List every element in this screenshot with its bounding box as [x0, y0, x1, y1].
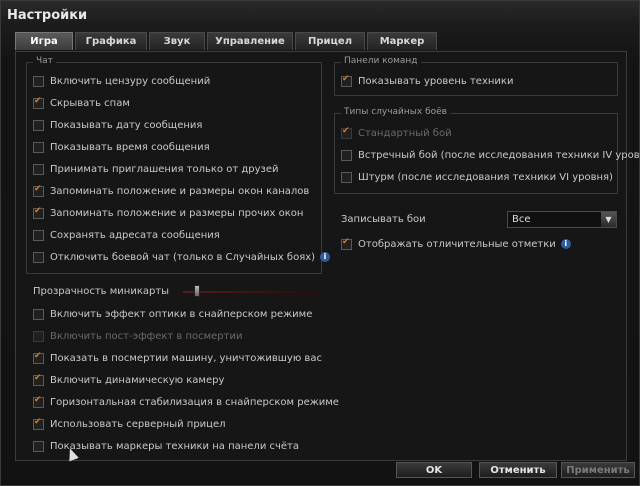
checkbox[interactable]	[33, 206, 44, 219]
chat-censor-option[interactable]: Включить цензуру сообщений	[33, 74, 210, 88]
tab-sound[interactable]: Звук	[149, 32, 205, 50]
option-label: Включить эффект оптики в снайперском реж…	[50, 308, 313, 320]
option-label: Скрывать спам	[50, 97, 130, 109]
option-label: Сохранять адресата сообщения	[50, 229, 220, 241]
checkbox	[33, 330, 44, 342]
team-panels-group-label: Панели команд	[341, 56, 421, 66]
option-label: Показывать время сообщения	[50, 141, 210, 153]
cancel-button[interactable]: Отменить	[479, 462, 557, 478]
option-label: Использовать серверный прицел	[50, 418, 226, 430]
ok-button[interactable]: OK	[396, 462, 472, 478]
checkbox[interactable]	[33, 373, 44, 386]
info-icon[interactable]: i	[320, 252, 331, 262]
checkbox[interactable]	[33, 141, 44, 153]
tab-bar: Игра Графика Звук Управление Прицел Марк…	[15, 32, 439, 51]
checkbox[interactable]	[33, 119, 44, 131]
show-killer-option[interactable]: Показать в посмертии машину, уничтожившу…	[33, 351, 322, 365]
checkbox[interactable]	[341, 149, 352, 161]
chat-channel-windows-option[interactable]: Запоминать положение и размеры окон кана…	[33, 184, 309, 198]
record-replays-dropdown[interactable]: Все ▼	[507, 211, 617, 228]
chevron-down-icon[interactable]: ▼	[601, 212, 616, 227]
chat-friends-invites-option[interactable]: Принимать приглашения только от друзей	[33, 162, 279, 176]
tab-controls[interactable]: Управление	[207, 32, 293, 50]
server-reticle-option[interactable]: Использовать серверный прицел	[33, 417, 226, 431]
option-label: Отключить боевой чат (только в Случайных…	[50, 251, 316, 263]
chat-group-label: Чат	[33, 56, 56, 66]
option-label: Отображать отличительные отметки	[358, 238, 556, 250]
option-label: Запоминать положение и размеры прочих ок…	[50, 207, 304, 219]
dynamic-camera-option[interactable]: Включить динамическую камеру	[33, 373, 224, 387]
tab-sight[interactable]: Прицел	[295, 32, 365, 50]
chat-other-windows-option[interactable]: Запоминать положение и размеры прочих ок…	[33, 206, 303, 220]
option-label: Штурм (после исследования техники VI уро…	[358, 171, 613, 183]
checkbox[interactable]	[33, 351, 44, 364]
encounter-battle-option[interactable]: Встречный бой (после исследования техник…	[341, 148, 640, 162]
option-label: Включить цензуру сообщений	[50, 75, 211, 87]
checkbox[interactable]	[33, 96, 44, 109]
checkbox[interactable]	[33, 163, 44, 175]
option-label: Показать в посмертии машину, уничтожившу…	[50, 352, 322, 364]
checkbox[interactable]	[33, 184, 44, 197]
checkbox[interactable]	[341, 74, 352, 87]
option-label: Показывать уровень техники	[358, 75, 514, 87]
option-label: Горизонтальная стабилизация в снайперско…	[50, 396, 339, 408]
checkbox[interactable]	[33, 308, 44, 320]
post-effect-option: Включить пост-эффект в посмертии	[33, 329, 242, 343]
option-label: Включить пост-эффект в посмертии	[50, 330, 243, 342]
checkbox[interactable]	[33, 251, 44, 263]
option-label: Запоминать положение и размеры окон кана…	[50, 185, 310, 197]
option-label: Встречный бой (после исследования техник…	[358, 149, 640, 161]
checkbox[interactable]	[341, 171, 352, 183]
chat-battle-disable-option[interactable]: Отключить боевой чат (только в Случайных…	[33, 250, 331, 264]
horizontal-stabilization-option[interactable]: Горизонтальная стабилизация в снайперско…	[33, 395, 339, 409]
optics-effect-option[interactable]: Включить эффект оптики в снайперском реж…	[33, 307, 312, 321]
battle-types-group-label: Типы случайных боёв	[341, 107, 450, 117]
checkbox[interactable]	[33, 440, 44, 452]
chat-spam-option[interactable]: Скрывать спам	[33, 96, 130, 110]
option-label: Показывать дату сообщения	[50, 119, 203, 131]
apply-button[interactable]: Применить	[561, 462, 635, 478]
info-icon[interactable]: i	[560, 239, 571, 249]
checkbox[interactable]	[341, 237, 352, 250]
record-replays-label: Записывать бои	[341, 214, 426, 225]
chat-recipient-option[interactable]: Сохранять адресата сообщения	[33, 228, 220, 242]
checkbox[interactable]	[33, 417, 44, 430]
distinction-marks-option[interactable]: Отображать отличительные отметки i	[341, 237, 571, 251]
checkbox[interactable]	[33, 75, 44, 87]
minimap-transparency-label: Прозрачность миникарты	[33, 286, 170, 297]
assault-battle-option[interactable]: Штурм (после исследования техники VI уро…	[341, 170, 613, 184]
minimap-transparency-slider[interactable]	[183, 291, 323, 293]
option-label: Показывать маркеры техники на панели счё…	[50, 440, 300, 452]
option-label: Принимать приглашения только от друзей	[50, 163, 279, 175]
tab-marker[interactable]: Маркер	[367, 32, 437, 50]
dropdown-value: Все	[512, 214, 531, 225]
chat-time-option[interactable]: Показывать время сообщения	[33, 140, 210, 154]
tab-graphics[interactable]: Графика	[75, 32, 147, 50]
checkbox	[341, 126, 352, 139]
option-label: Включить динамическую камеру	[50, 374, 225, 386]
show-tier-option[interactable]: Показывать уровень техники	[341, 74, 513, 88]
slider-handle[interactable]	[194, 285, 200, 297]
chat-date-option[interactable]: Показывать дату сообщения	[33, 118, 202, 132]
option-label: Стандартный бой	[358, 127, 452, 139]
tab-game[interactable]: Игра	[15, 32, 73, 50]
window-title: Настройки	[7, 8, 88, 23]
standard-battle-option: Стандартный бой	[341, 126, 452, 140]
checkbox[interactable]	[33, 395, 44, 408]
checkbox[interactable]	[33, 229, 44, 241]
